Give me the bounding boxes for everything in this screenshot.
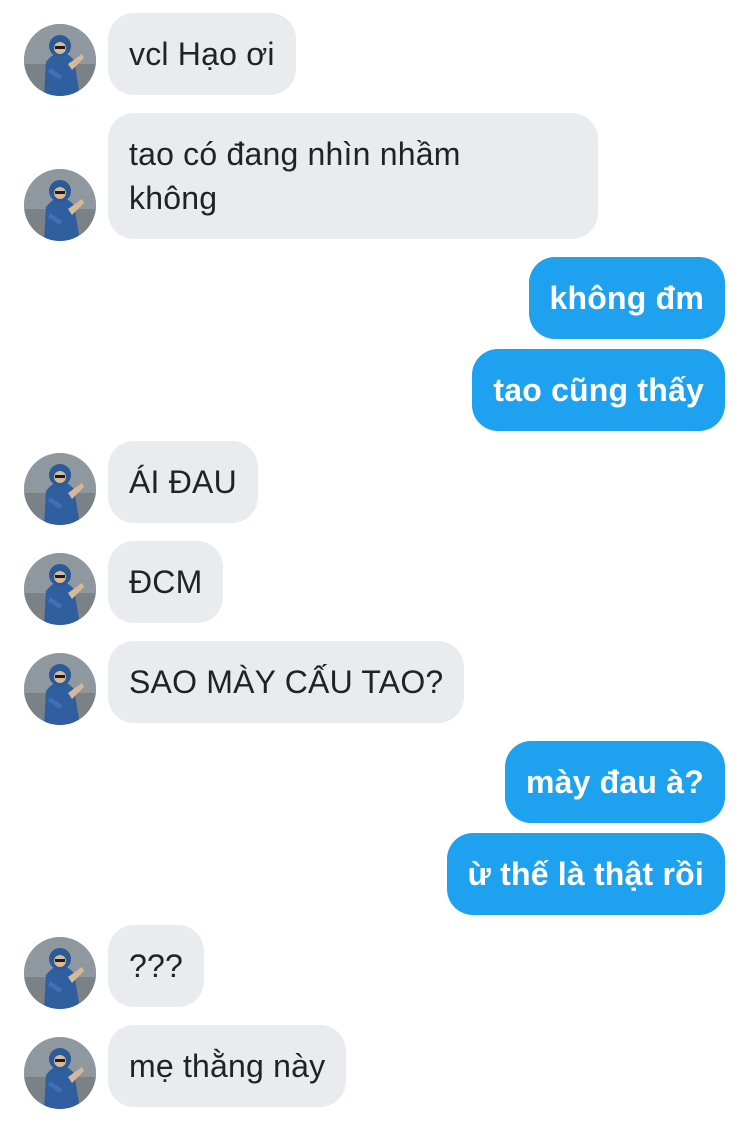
outgoing-message-bubble[interactable]: ừ thế là thật rồi xyxy=(446,833,725,915)
incoming-message-bubble[interactable]: mẹ thằng này xyxy=(108,1025,347,1107)
outgoing-message-bubble[interactable]: không đm xyxy=(528,257,725,339)
person-avatar[interactable] xyxy=(24,24,96,96)
person-avatar[interactable] xyxy=(24,453,96,525)
outgoing-message-bubble[interactable]: tao cũng thấy xyxy=(472,349,725,431)
person-avatar[interactable] xyxy=(24,937,96,1009)
outgoing-message-bubble[interactable]: mày đau à? xyxy=(504,741,725,823)
incoming-message-bubble[interactable]: ĐCM xyxy=(108,541,224,623)
incoming-message-bubble[interactable]: ÁI ĐAU xyxy=(108,441,258,523)
person-avatar[interactable] xyxy=(24,653,96,725)
incoming-message-bubble[interactable]: SAO MÀY CẤU TAO? xyxy=(108,641,465,723)
incoming-message-bubble[interactable]: tao có đang nhìn nhầm không xyxy=(108,113,598,239)
incoming-message-bubble[interactable]: vcl Hạo ơi xyxy=(108,13,296,95)
person-avatar[interactable] xyxy=(24,169,96,241)
incoming-message-bubble[interactable]: ??? xyxy=(108,925,204,1007)
person-avatar[interactable] xyxy=(24,1037,96,1109)
person-avatar[interactable] xyxy=(24,553,96,625)
